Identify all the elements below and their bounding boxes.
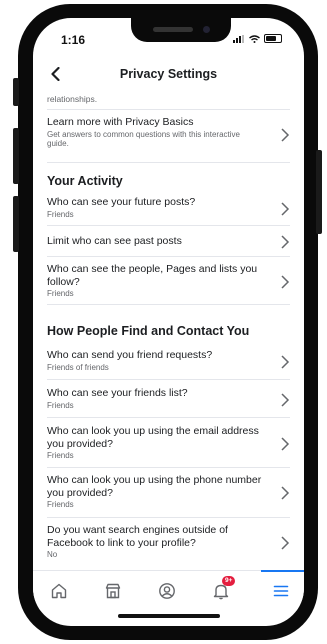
row-lookup-email[interactable]: Who can look you up using the email addr… [47,425,290,461]
row-subtitle: Friends [47,451,74,460]
notch [131,18,231,42]
row-subtitle: Friends [47,500,74,509]
row-title: Learn more with Privacy Basics [47,116,194,128]
row-friend-requests[interactable]: Who can send you friend requests? Friend… [47,349,290,372]
learn-more-row[interactable]: Learn more with Privacy Basics Get answe… [47,116,290,149]
row-title: Who can look you up using the email addr… [47,425,259,450]
row-lookup-phone[interactable]: Who can look you up using the phone numb… [47,474,290,510]
divider [47,379,290,380]
settings-list[interactable]: relationships. Learn more with Privacy B… [33,92,304,570]
tab-bar: 9+ [33,570,304,611]
row-search-engines[interactable]: Do you want search engines outside of Fa… [47,524,290,560]
tab-home[interactable] [45,577,73,605]
notification-badge: 9+ [222,576,236,586]
divider [47,517,290,518]
status-time: 1:16 [61,33,86,47]
page-title: Privacy Settings [119,67,218,81]
front-camera [203,26,210,33]
menu-icon [273,585,289,597]
marketplace-icon [105,583,121,599]
row-title: Who can see your future posts? [47,196,196,208]
row-subtitle: Friends [47,400,74,410]
section-header-your-activity: Your Activity [47,174,123,188]
row-subtitle: Friends of friends [47,362,109,372]
divider [47,162,290,163]
chevron-right-icon [281,536,290,550]
row-title: Who can see your friends list? [47,387,188,399]
divider [47,304,290,305]
chevron-right-icon [281,393,290,407]
active-tab-indicator [261,570,304,572]
section-header-find-contact: How People Find and Contact You [47,324,250,338]
status-bar: 1:16 [33,18,304,58]
partial-text: relationships. [47,94,98,104]
divider [47,109,290,110]
signal-icon [233,34,245,43]
divider [47,256,290,257]
speaker [153,27,193,32]
row-title: Do you want search engines outside of Fa… [47,524,228,549]
home-icon [51,583,67,599]
volume-down-button [13,196,19,252]
row-subtitle: Friends [47,209,74,219]
mute-switch [13,78,19,106]
row-people-pages-lists[interactable]: Who can see the people, Pages and lists … [47,263,290,299]
wifi-icon [249,34,260,43]
row-title: Limit who can see past posts [47,235,182,247]
chevron-right-icon [281,355,290,369]
tab-menu[interactable] [267,577,295,605]
chevron-right-icon [281,486,290,500]
chevron-right-icon [281,202,290,216]
divider [47,225,290,226]
chevron-right-icon [281,235,290,249]
chevron-right-icon [281,128,290,142]
tab-notifications[interactable]: 9+ [207,576,236,605]
phone-screen: 1:16 Privacy Settings relationships. Lea… [33,18,304,626]
divider [47,467,290,468]
row-future-posts[interactable]: Who can see your future posts? Friends [47,196,290,219]
row-title: Who can look you up using the phone numb… [47,474,262,499]
nav-bar: Privacy Settings [33,58,304,92]
row-subtitle: Friends [47,289,74,298]
tab-marketplace[interactable] [99,577,127,605]
power-button [316,150,322,234]
battery-icon [264,34,282,43]
row-limit-past-posts[interactable]: Limit who can see past posts [47,235,290,249]
row-subtitle: Get answers to common questions with thi… [47,129,240,149]
row-subtitle: No [47,550,58,559]
row-title: Who can send you friend requests? [47,349,213,361]
chevron-right-icon [281,275,290,289]
volume-up-button [13,128,19,184]
tab-profile[interactable] [153,577,181,605]
status-icons [233,34,282,43]
profile-icon [159,583,175,599]
row-title: Who can see the people, Pages and lists … [47,263,258,288]
row-friends-list[interactable]: Who can see your friends list? Friends [47,387,290,410]
chevron-right-icon [281,437,290,451]
home-indicator [118,614,220,618]
divider [47,417,290,418]
